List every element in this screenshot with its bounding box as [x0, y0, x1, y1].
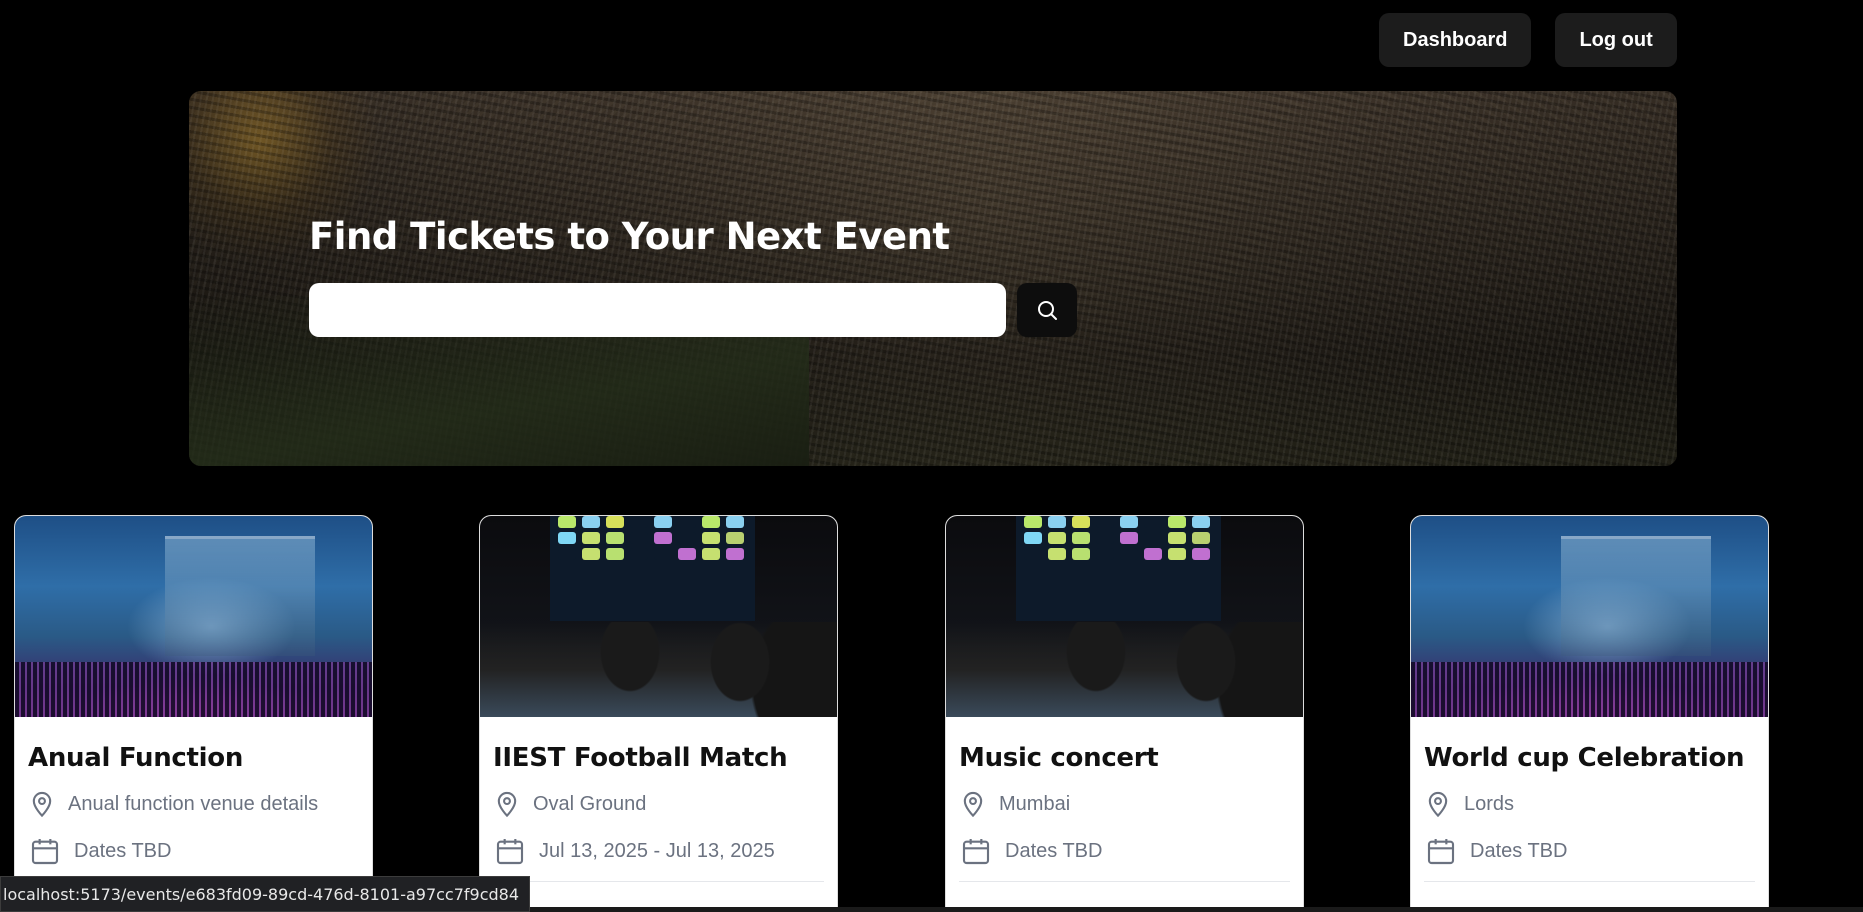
- event-card[interactable]: Music concert Mumbai Dates TBD: [945, 515, 1304, 912]
- event-dates-text: Dates TBD: [1005, 839, 1103, 862]
- event-image: [946, 516, 1303, 717]
- event-title: Music concert: [959, 743, 1159, 773]
- event-location: Lords: [1424, 789, 1755, 819]
- event-cards: Anual Function Anual function venue deta…: [0, 515, 1863, 912]
- hero-title: Find Tickets to Your Next Event: [309, 215, 950, 258]
- calendar-icon: [1427, 839, 1455, 865]
- location-pin-icon: [32, 791, 52, 818]
- event-dates-text: Dates TBD: [74, 839, 172, 862]
- event-dates-text: Dates TBD: [1470, 839, 1568, 862]
- event-dates-text: Jul 13, 2025 - Jul 13, 2025: [539, 839, 775, 862]
- event-title: IIEST Football Match: [493, 743, 788, 773]
- logout-button[interactable]: Log out: [1555, 13, 1677, 67]
- location-pin-icon: [1428, 791, 1448, 818]
- event-location-text: Anual function venue details: [68, 792, 319, 815]
- event-location: Oval Ground: [493, 789, 824, 819]
- location-pin-icon: [497, 791, 517, 818]
- top-nav: Dashboard Log out: [1379, 13, 1677, 67]
- search-button[interactable]: [1017, 283, 1077, 337]
- event-location: Anual function venue details: [28, 789, 359, 819]
- event-card[interactable]: Anual Function Anual function venue deta…: [14, 515, 373, 912]
- card-divider: [493, 881, 824, 882]
- event-title: Anual Function: [28, 743, 244, 773]
- event-image: [15, 516, 372, 717]
- location-pin-icon: [963, 791, 983, 818]
- event-card[interactable]: World cup Celebration Lords Dates TBD: [1410, 515, 1769, 912]
- search-input[interactable]: [309, 283, 1006, 337]
- hero-banner: Find Tickets to Your Next Event: [189, 91, 1677, 466]
- calendar-icon: [962, 839, 990, 865]
- event-dates: Dates TBD: [1424, 835, 1755, 867]
- event-image: [1411, 516, 1768, 717]
- event-dates: Dates TBD: [959, 835, 1290, 867]
- event-dates: Dates TBD: [28, 835, 359, 867]
- event-location-text: Lords: [1464, 792, 1515, 815]
- event-title: World cup Celebration: [1424, 743, 1745, 773]
- event-image: [480, 516, 837, 717]
- card-divider: [1424, 881, 1755, 882]
- card-divider: [959, 881, 1290, 882]
- calendar-icon: [31, 839, 59, 865]
- calendar-icon: [496, 839, 524, 865]
- event-location-text: Mumbai: [999, 792, 1071, 815]
- link-status-bar: localhost:5173/events/e683fd09-89cd-476d…: [0, 876, 531, 912]
- event-dates: Jul 13, 2025 - Jul 13, 2025: [493, 835, 824, 867]
- dashboard-button[interactable]: Dashboard: [1379, 13, 1532, 67]
- event-location: Mumbai: [959, 789, 1290, 819]
- event-card[interactable]: IIEST Football Match Oval Ground Jul 13,…: [479, 515, 838, 912]
- search-icon: [1038, 301, 1057, 320]
- event-location-text: Oval Ground: [533, 792, 647, 815]
